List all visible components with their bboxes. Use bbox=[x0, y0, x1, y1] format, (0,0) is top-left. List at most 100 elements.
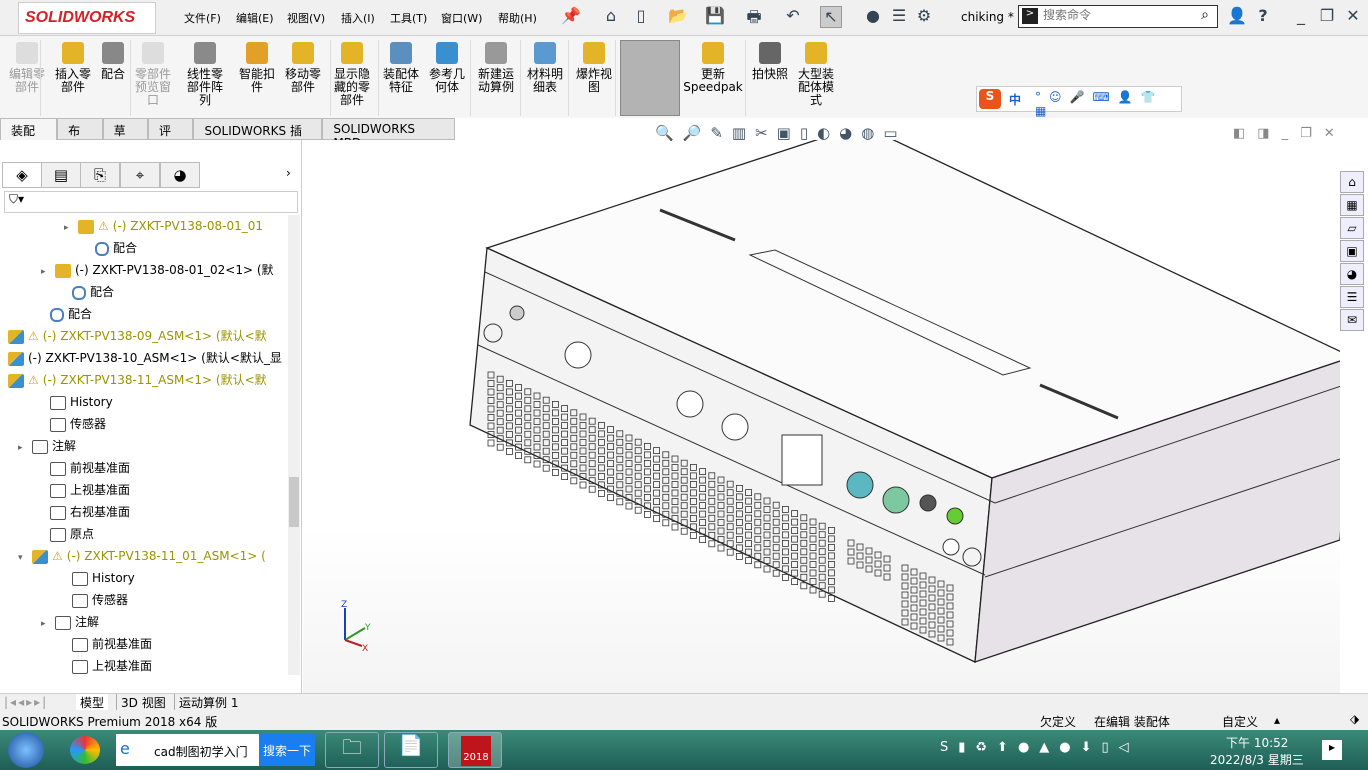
tree-item[interactable]: 前视基准面 bbox=[36, 457, 130, 479]
tree-item[interactable]: 前视基准面 bbox=[58, 633, 152, 655]
scroll-thumb[interactable] bbox=[289, 477, 299, 527]
system-tray-icons[interactable]: S▮♻⬆●▲●⬇▯◁ bbox=[940, 740, 1139, 755]
search-icon[interactable]: ⌕ bbox=[1201, 7, 1209, 23]
command-search[interactable]: > ⌕ bbox=[1018, 5, 1218, 28]
select-cursor-icon[interactable]: ↖ bbox=[820, 6, 842, 28]
tab-scroll-arrows-icon[interactable]: |◂◂▸▸| bbox=[4, 695, 48, 709]
tree-item[interactable]: 上视基准面 bbox=[58, 655, 152, 677]
app-360-icon[interactable] bbox=[70, 736, 100, 764]
graphics-area[interactable]: Z Y X 🔍🔎✎▥✂▣▯◐◕◍▭ ◧◨_❐✕ bbox=[303, 124, 1354, 693]
file-explorer-icon[interactable]: ▱ bbox=[1340, 217, 1364, 239]
tab-layout[interactable]: 布局 bbox=[57, 118, 103, 155]
minimize-icon[interactable]: _ bbox=[1290, 6, 1312, 28]
help-icon[interactable]: ? bbox=[1252, 6, 1274, 28]
tree-item[interactable]: ▸ (-) ZXKT-PV138-08-01_02<1> (默 bbox=[41, 259, 274, 281]
filter-icon[interactable]: ⛉▾ bbox=[5, 192, 24, 206]
ribbon-button-4[interactable]: 线性零部件阵列 bbox=[181, 42, 229, 107]
tree-item[interactable]: ▸ ⚠ (-) ZXKT-PV138-08-01_01 bbox=[64, 215, 263, 237]
tree-item[interactable]: History bbox=[58, 567, 135, 589]
tab-assembly[interactable]: 装配体 bbox=[0, 118, 58, 155]
tree-item[interactable]: ▸ ⚠(-) ZXKT-PV138-09_ASM<1> (默认<默 bbox=[0, 325, 267, 347]
clock-time[interactable]: 下午 10:52 bbox=[1226, 734, 1288, 751]
chevron-up-icon[interactable]: ▴ bbox=[1274, 713, 1280, 727]
tab-mbd[interactable]: SOLIDWORKS MBD bbox=[322, 118, 455, 150]
tree-item[interactable]: 原点 bbox=[36, 523, 94, 545]
tree-item[interactable]: ▾ ⚠(-) ZXKT-PV138-11_ASM<1> (默认<默 bbox=[0, 369, 267, 391]
ribbon-button-5[interactable]: 智能扣件 bbox=[233, 42, 281, 94]
start-button[interactable] bbox=[8, 732, 44, 768]
ribbon-button-11[interactable]: 材料明细表 bbox=[521, 42, 569, 94]
ribbon-button-10[interactable]: 新建运动算例 bbox=[472, 42, 520, 94]
menu-tools[interactable]: 工具(T) bbox=[390, 10, 427, 26]
ime-tool-icons[interactable]: °☺🎤⌨👤👕▦ bbox=[1035, 90, 1181, 118]
command-search-input[interactable] bbox=[1043, 8, 1193, 22]
tree-item[interactable]: ▸ 注解 bbox=[41, 611, 99, 633]
tag-icon[interactable]: ⬗ bbox=[1350, 712, 1359, 726]
expand-arrow-icon[interactable]: ▾ bbox=[18, 547, 32, 569]
expand-arrow-icon[interactable]: ▸ bbox=[64, 217, 78, 239]
expand-arrow-icon[interactable]: ▾ bbox=[0, 371, 8, 393]
close-icon[interactable]: ✕ bbox=[1342, 6, 1364, 28]
tree-item[interactable]: 上视基准面 bbox=[36, 479, 130, 501]
tree-item[interactable]: History bbox=[36, 391, 113, 413]
tree-item[interactable]: 配合 bbox=[36, 303, 92, 325]
ribbon-button-9[interactable]: 参考几何体 bbox=[423, 42, 471, 94]
ribbon-button-8[interactable]: 装配体特征 bbox=[377, 42, 425, 94]
appearances-icon[interactable]: ◕ bbox=[1340, 263, 1364, 285]
tree-item[interactable]: ▾ ⚠ (-) ZXKT-PV138-11_01_ASM<1> ( bbox=[18, 545, 266, 567]
ime-toolbar[interactable]: S 中 °☺🎤⌨👤👕▦ bbox=[976, 86, 1182, 118]
design-library-icon[interactable]: ▦ bbox=[1340, 194, 1364, 216]
user-icon[interactable]: 👤 bbox=[1226, 6, 1248, 28]
home-icon[interactable]: ⌂ bbox=[1340, 171, 1364, 193]
tab-motion-study[interactable]: 运动算例 1 bbox=[174, 694, 242, 711]
traffic-light-icon[interactable]: ● bbox=[862, 6, 884, 28]
browser-search-box[interactable]: e cad制图初学入门 bbox=[116, 734, 259, 766]
menu-window[interactable]: 窗口(W) bbox=[441, 10, 482, 26]
ribbon-button-0[interactable]: 编辑零部件 bbox=[3, 42, 51, 94]
ribbon-button-7[interactable]: 显示隐藏的零部件 bbox=[328, 42, 376, 107]
tab-model[interactable]: 模型 bbox=[76, 694, 109, 711]
ribbon-button-16[interactable]: 大型装配体模式 bbox=[792, 42, 840, 107]
view-palette-icon[interactable]: ▣ bbox=[1340, 240, 1364, 262]
browser-search-text[interactable]: cad制图初学入门 bbox=[154, 743, 248, 760]
viewport-window-controls[interactable]: ◧◨_❐✕ bbox=[1233, 126, 1347, 141]
menu-view[interactable]: 视图(V) bbox=[287, 10, 325, 26]
expand-arrow-icon[interactable]: ▸ bbox=[18, 437, 32, 459]
menu-insert[interactable]: 插入(I) bbox=[341, 10, 375, 26]
expand-arrow-icon[interactable]: ▸ bbox=[41, 613, 55, 635]
open-file-icon[interactable]: 📂 bbox=[667, 6, 689, 28]
heads-up-view-toolbar[interactable]: 🔍🔎✎▥✂▣▯◐◕◍▭ bbox=[655, 124, 907, 142]
forum-icon[interactable]: ✉ bbox=[1340, 309, 1364, 331]
expand-arrow-icon[interactable]: ▸ bbox=[0, 349, 8, 371]
tab-addins[interactable]: SOLIDWORKS 插件 bbox=[193, 118, 323, 155]
print-icon[interactable]: 🖶 bbox=[743, 6, 765, 28]
expand-arrow-icon[interactable]: ▸ bbox=[0, 327, 8, 349]
units-customize[interactable]: 自定义 bbox=[1222, 713, 1258, 730]
ribbon-button-6[interactable]: 移动零部件 bbox=[279, 42, 327, 94]
save-icon[interactable]: 💾 bbox=[704, 6, 726, 28]
tree-item[interactable]: 配合 bbox=[81, 237, 137, 259]
ime-mode[interactable]: 中 bbox=[1009, 91, 1021, 108]
solidworks-logo[interactable]: SOLIDWORKS bbox=[18, 2, 156, 34]
feature-tree-tab-icon[interactable]: ◈ bbox=[2, 162, 42, 188]
sogou-icon[interactable]: S bbox=[979, 89, 1001, 109]
filter-bar[interactable]: ⛉▾ bbox=[4, 191, 298, 213]
tree-item[interactable]: 传感器 bbox=[58, 589, 128, 611]
panel-expand-arrow-icon[interactable]: › bbox=[286, 166, 291, 180]
ribbon-button-12[interactable]: 爆炸视图 bbox=[570, 42, 618, 94]
menu-help[interactable]: 帮助(H) bbox=[498, 10, 537, 26]
undo-icon[interactable]: ↶ bbox=[782, 6, 804, 28]
menu-edit[interactable]: 编辑(E) bbox=[236, 10, 274, 26]
solidworks-taskbar-button[interactable]: 2018 bbox=[448, 732, 502, 768]
options-list-icon[interactable]: ☰ bbox=[888, 6, 910, 28]
wps-taskbar-icon[interactable]: 📄 bbox=[384, 732, 438, 768]
property-manager-tab-icon[interactable]: ▤ bbox=[41, 162, 81, 188]
show-desktop-button[interactable]: ▸ bbox=[1322, 740, 1342, 760]
pin-icon[interactable]: 📌 bbox=[560, 6, 582, 28]
new-file-icon[interactable]: ▯ bbox=[630, 6, 652, 28]
tab-3d-views[interactable]: 3D 视图 bbox=[116, 694, 170, 711]
home-icon[interactable]: ⌂ bbox=[600, 6, 622, 28]
tree-item[interactable]: 右视基准面 bbox=[36, 501, 130, 523]
ribbon-button-14[interactable]: 更新Speedpak bbox=[683, 42, 743, 94]
ribbon-button-3[interactable]: 零部件预览窗口 bbox=[129, 42, 177, 107]
